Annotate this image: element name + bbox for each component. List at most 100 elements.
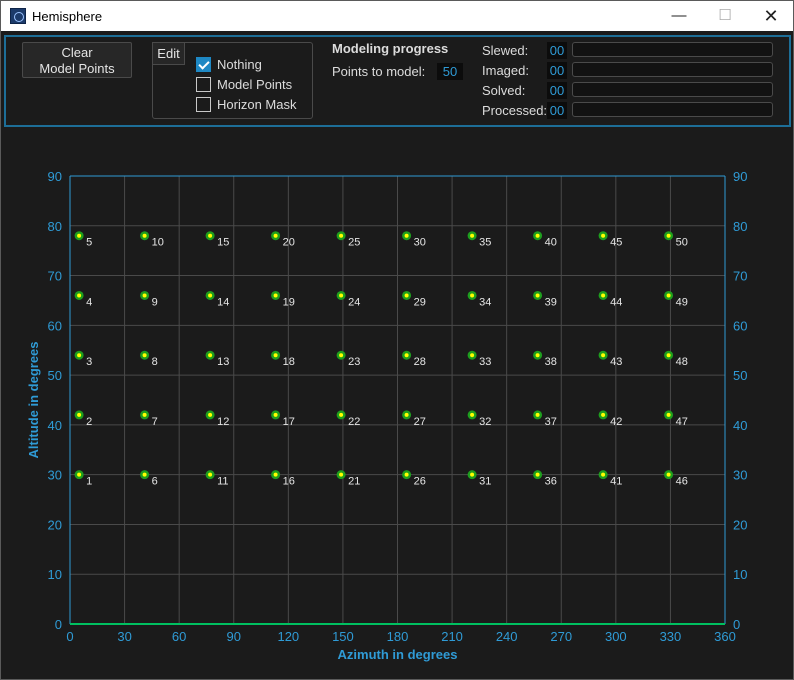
model-point-label: 44	[610, 296, 622, 308]
y-tick-label-left: 0	[55, 617, 62, 632]
y-tick-label-right: 80	[733, 219, 747, 234]
model-point-label: 17	[283, 416, 295, 428]
y-tick-label-right: 10	[733, 567, 747, 582]
model-point-center	[142, 412, 147, 417]
model-point-center	[535, 233, 540, 238]
model-point-center	[77, 472, 82, 477]
model-point-label: 37	[545, 416, 557, 428]
window-title: Hemisphere	[32, 9, 103, 24]
option-nothing[interactable]: Nothing	[196, 55, 262, 73]
model-point-center	[142, 233, 147, 238]
model-point-center	[470, 233, 475, 238]
clear-model-points-button[interactable]: Clear Model Points	[22, 42, 132, 78]
close-button[interactable]: ✕	[748, 1, 794, 31]
imaged-label: Imaged:	[482, 63, 529, 78]
option-model-points[interactable]: Model Points	[196, 75, 292, 93]
model-point-center	[339, 412, 344, 417]
model-point-label: 28	[414, 356, 426, 368]
y-tick-label-left: 40	[48, 418, 62, 433]
model-point-center	[77, 353, 82, 358]
model-point-center	[142, 293, 147, 298]
model-point-center	[535, 293, 540, 298]
model-point-center	[470, 412, 475, 417]
y-tick-label-right: 40	[733, 418, 747, 433]
x-tick-label: 330	[660, 629, 682, 644]
x-tick-label: 60	[172, 629, 186, 644]
model-point-label: 26	[414, 476, 426, 488]
title-bar[interactable]: Hemisphere — ☐ ✕	[1, 1, 793, 31]
model-point-label: 4	[86, 296, 92, 308]
y-tick-label-left: 20	[48, 517, 62, 532]
model-point-label: 36	[545, 476, 557, 488]
model-point-label: 40	[545, 237, 557, 249]
model-point-center	[404, 412, 409, 417]
hemisphere-chart[interactable]: 0 30 60 90 120 150 180 210 240 270 300 330 3600 010 10…	[1, 129, 793, 677]
model-point-label: 46	[676, 476, 688, 488]
model-point-label: 42	[610, 416, 622, 428]
x-tick-label: 270	[550, 629, 572, 644]
model-point-label: 34	[479, 296, 491, 308]
horizon-mask-label: Horizon Mask	[217, 96, 297, 112]
model-point-center	[273, 472, 278, 477]
x-tick-label: 300	[605, 629, 627, 644]
model-point-center	[208, 293, 213, 298]
minimize-button[interactable]: —	[656, 1, 702, 31]
model-point-label: 11	[217, 476, 228, 488]
solved-progress-bar	[572, 82, 773, 97]
slewed-label: Slewed:	[482, 43, 529, 58]
y-tick-label-left: 10	[48, 567, 62, 582]
model-point-label: 30	[414, 237, 426, 249]
y-axis-label: Altitude in degrees	[26, 341, 41, 458]
model-point-label: 32	[479, 416, 491, 428]
model-point-center	[273, 412, 278, 417]
model-point-label: 39	[545, 296, 557, 308]
slewed-progress-bar	[572, 42, 773, 57]
model-point-label: 3	[86, 356, 92, 368]
model-point-center	[339, 353, 344, 358]
imaged-progress-bar	[572, 62, 773, 77]
maximize-button[interactable]: ☐	[702, 1, 748, 31]
model-point-center	[470, 472, 475, 477]
y-tick-label-left: 60	[48, 318, 62, 333]
model-points-checkbox[interactable]	[196, 76, 211, 92]
model-point-center	[142, 472, 147, 477]
option-horizon-mask[interactable]: Horizon Mask	[196, 95, 296, 113]
model-point-label: 16	[283, 476, 295, 488]
model-point-label: 22	[348, 416, 360, 428]
model-point-label: 50	[676, 237, 688, 249]
model-point-label: 35	[479, 237, 491, 249]
model-point-label: 29	[414, 296, 426, 308]
processed-progress-bar	[572, 102, 773, 117]
x-tick-label: 150	[332, 629, 354, 644]
y-tick-label-left: 30	[48, 468, 62, 483]
y-tick-label-left: 80	[48, 219, 62, 234]
model-point-center	[601, 293, 606, 298]
solved-label: Solved:	[482, 83, 526, 98]
model-point-center	[339, 293, 344, 298]
model-point-center	[273, 353, 278, 358]
model-point-label: 9	[152, 296, 158, 308]
model-point-center	[77, 412, 82, 417]
x-tick-label: 120	[277, 629, 299, 644]
processed-value: 00	[547, 102, 567, 119]
model-point-label: 25	[348, 237, 360, 249]
model-point-center	[666, 472, 671, 477]
toolbar-panel: Clear Model Points Edit Nothing Model Po…	[4, 35, 791, 127]
model-point-label: 49	[676, 296, 688, 308]
model-point-center	[470, 353, 475, 358]
model-point-center	[208, 233, 213, 238]
processed-label: Processed:	[482, 103, 548, 118]
model-point-label: 48	[676, 356, 688, 368]
model-point-center	[601, 353, 606, 358]
model-point-label: 8	[152, 356, 158, 368]
nothing-label: Nothing	[217, 56, 262, 72]
model-point-label: 10	[152, 237, 164, 249]
model-point-center	[404, 353, 409, 358]
solved-value: 00	[547, 82, 567, 99]
model-point-label: 47	[676, 416, 688, 428]
edit-button[interactable]: Edit	[152, 42, 185, 65]
imaged-value: 00	[547, 62, 567, 79]
model-point-center	[208, 472, 213, 477]
nothing-checkbox[interactable]	[196, 56, 211, 72]
horizon-mask-checkbox[interactable]	[196, 96, 211, 112]
